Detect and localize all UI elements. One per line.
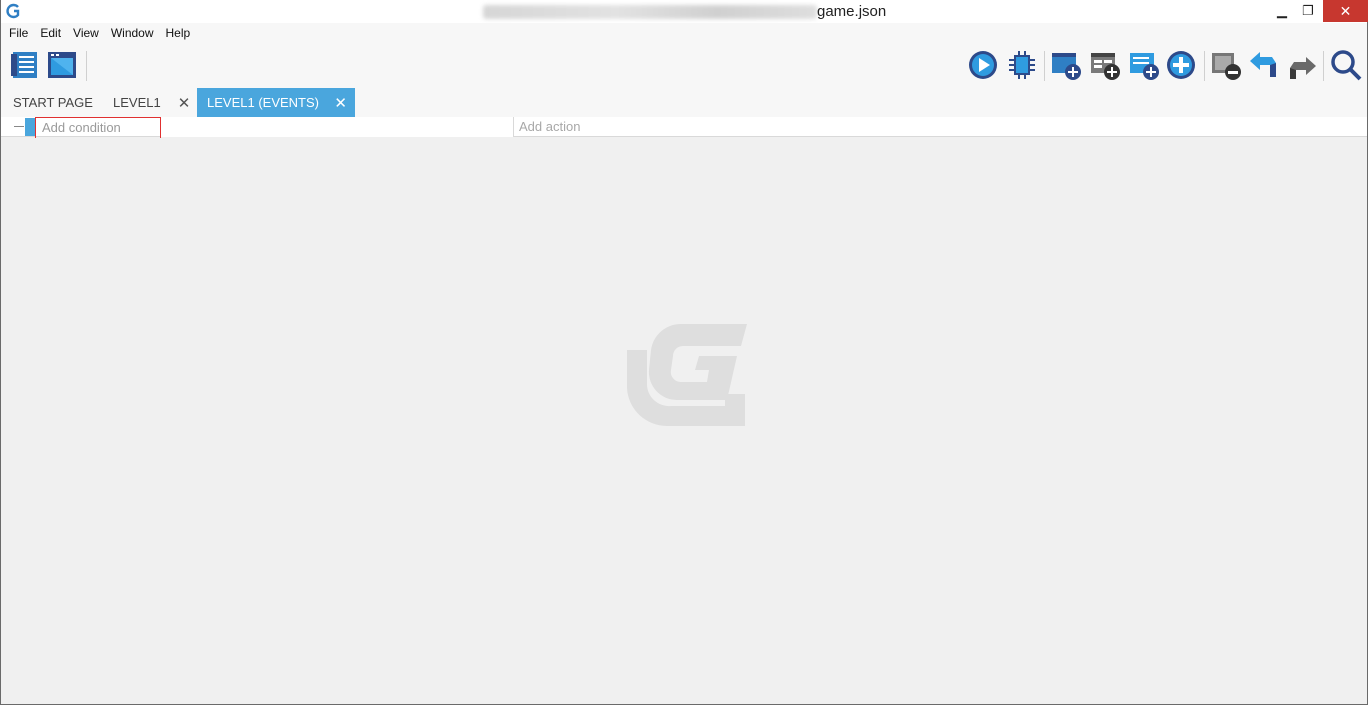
tab-level1-close-icon[interactable]: ✕ [175,88,193,117]
preview-icon[interactable] [967,49,999,81]
event-selection-marker[interactable] [25,118,35,136]
tab-level1-events[interactable]: LEVEL1 (EVENTS) ✕ [197,88,355,117]
title-bar: game.json ▁ ❐ ✕ [1,0,1368,23]
add-action-link[interactable]: Add action [519,117,580,137]
add-external-events-icon[interactable] [1089,49,1121,81]
tab-level1-events-close-icon[interactable]: ✕ [334,94,347,112]
restore-button[interactable]: ❐ [1295,0,1321,22]
toolbar-separator [86,51,87,81]
blurred-path [483,5,817,19]
add-condition-link[interactable]: Add condition [35,117,161,140]
tab-start-page[interactable]: START PAGE [13,88,93,117]
tab-bar: START PAGE LEVEL1 ✕ LEVEL1 (EVENTS) ✕ [1,88,1367,117]
window-title: game.json [817,3,887,20]
toolbar-separator [1044,51,1045,81]
menu-bar: File Edit View Window Help [1,23,1367,43]
tab-level1[interactable]: LEVEL1 [113,88,161,117]
undo-icon[interactable] [1248,49,1280,81]
gdevelop-logo-icon [6,3,20,19]
toolbar-separator [1204,51,1205,81]
redo-icon[interactable] [1286,49,1318,81]
conditions-area[interactable] [161,117,513,137]
debug-icon[interactable] [1006,49,1038,81]
project-manager-icon[interactable] [9,49,41,81]
add-scene-icon[interactable] [1050,49,1082,81]
conditions-actions-divider [513,117,514,137]
toolbar [1,43,1367,89]
close-button[interactable]: ✕ [1323,0,1368,22]
add-object-icon[interactable] [1165,49,1197,81]
event-row: Add condition Add action [1,117,1367,140]
menu-view[interactable]: View [73,26,99,40]
event-collapse-handle[interactable] [14,126,24,127]
search-icon[interactable] [1330,49,1362,81]
menu-help[interactable]: Help [166,26,191,40]
toolbar-separator [1323,51,1324,81]
menu-edit[interactable]: Edit [40,26,61,40]
menu-window[interactable]: Window [111,26,154,40]
add-external-layout-icon[interactable] [1128,49,1160,81]
menu-file[interactable]: File [9,26,28,40]
scene-editor-icon[interactable] [46,49,78,81]
remove-icon[interactable] [1210,49,1242,81]
tab-level1-events-label: LEVEL1 (EVENTS) [207,95,319,110]
gdevelop-watermark-icon [627,323,747,427]
minimize-button[interactable]: ▁ [1269,0,1295,22]
